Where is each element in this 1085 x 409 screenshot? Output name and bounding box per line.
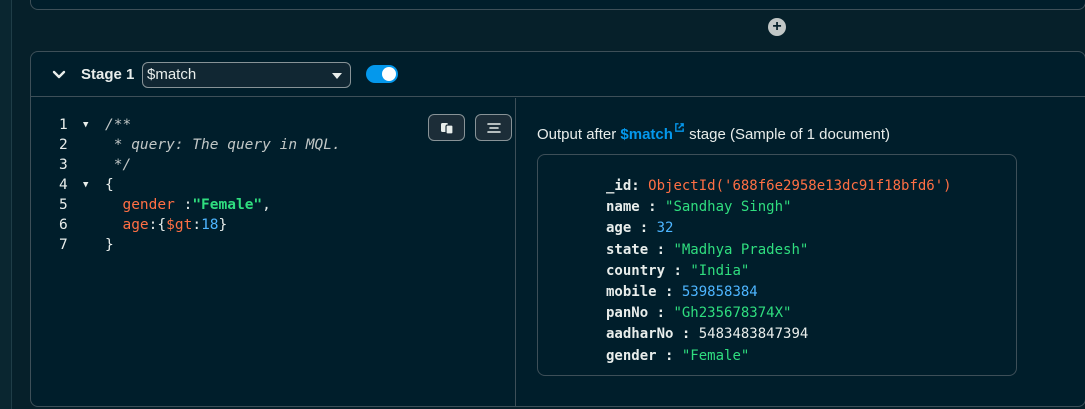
code-text: /** — [105, 117, 132, 133]
operator-docs-link[interactable]: $match — [620, 126, 673, 143]
code-text: } — [105, 237, 114, 253]
stage-operator-select[interactable]: $match — [142, 62, 351, 88]
output-title: Output after $match stage (Sample of 1 d… — [537, 122, 890, 143]
field-value: "India" — [690, 262, 750, 279]
previous-stage-card — [30, 0, 1085, 10]
code-line[interactable]: 1 ▼ /** — [31, 115, 515, 135]
field-key: aadharNo — [606, 326, 674, 343]
field-key: gender — [606, 347, 657, 364]
stage-card: Stage 1 $match 1 ▼ /** 2 * query: The query… — [30, 51, 1085, 407]
caret-down-icon — [332, 73, 342, 79]
code-text: * query: The query in MQL. — [105, 137, 341, 153]
field-value: 32 — [656, 220, 674, 237]
field-key: country — [606, 262, 666, 279]
fold-toggle-icon[interactable]: ▼ — [83, 175, 88, 195]
document-field: _id: ObjectId('688f6e2958e13dc91f18bfd6'… — [606, 178, 952, 194]
field-key: panNo — [606, 305, 649, 322]
code-line[interactable]: 5 gender :"Female", — [31, 195, 515, 215]
code-text: gender :"Female", — [105, 197, 271, 213]
code-text: { — [105, 177, 114, 193]
document-field: panNo : "Gh235678374X" — [606, 305, 792, 322]
line-number: 2 — [59, 137, 68, 153]
code-line[interactable]: 3 */ — [31, 155, 515, 175]
external-link-icon[interactable] — [674, 122, 685, 133]
left-rail — [0, 0, 12, 409]
line-number: 1 — [59, 117, 68, 133]
field-key: mobile — [606, 284, 657, 300]
stage-header: Stage 1 $match — [31, 52, 1085, 97]
sample-document: _id: ObjectId('688f6e2958e13dc91f18bfd6'… — [537, 154, 1017, 376]
plus-circle-icon: + — [772, 18, 782, 35]
field-value: "Gh235678374X" — [673, 305, 792, 322]
line-number: 5 — [59, 197, 68, 213]
toggle-knob — [382, 67, 396, 81]
code-line[interactable]: 7} — [31, 235, 515, 255]
code-text: age:{$gt:18} — [105, 217, 228, 233]
stage-operator-value: $match — [147, 66, 197, 83]
document-field: aadharNo : 5483483847394 — [606, 326, 809, 343]
stage-code-editor[interactable]: 1 ▼/** 2 * query: The query in MQL. 3 */4 ▼{… — [31, 98, 516, 406]
stage-output-panel: Output after $match stage (Sample of 1 d… — [517, 98, 1085, 406]
add-stage-button[interactable]: + — [768, 18, 786, 36]
field-value: "Sandhay Singh" — [665, 199, 792, 216]
document-field: gender : "Female" — [606, 347, 750, 364]
document-field: state : "Madhya Pradesh" — [606, 241, 809, 258]
output-prefix: Output after — [537, 126, 617, 143]
field-value: ObjectId('688f6e2958e13dc91f18bfd6') — [648, 178, 952, 194]
field-key: state — [606, 241, 649, 258]
document-field: name : "Sandhay Singh" — [606, 199, 792, 216]
document-field: country : "India" — [606, 262, 750, 279]
stage-label: Stage 1 — [81, 66, 135, 83]
field-key: age — [606, 220, 632, 237]
output-suffix: stage (Sample of 1 document) — [684, 126, 891, 143]
fold-toggle-icon[interactable]: ▼ — [83, 115, 88, 135]
line-number: 7 — [59, 237, 68, 253]
document-field: mobile : 539858384 — [606, 284, 758, 300]
field-key: _id — [606, 178, 632, 194]
field-value: 539858384 — [681, 284, 758, 300]
chevron-down-icon[interactable] — [51, 67, 67, 83]
field-key: name — [606, 199, 640, 216]
field-value: "Madhya Pradesh" — [673, 241, 809, 258]
code-line[interactable]: 4 ▼ { — [31, 175, 515, 195]
code-text: */ — [105, 157, 132, 173]
document-field: age : 32 — [606, 220, 674, 237]
line-number: 3 — [59, 157, 68, 173]
line-number: 6 — [59, 217, 68, 233]
line-number: 4 — [59, 177, 68, 193]
code-line[interactable]: 6 age:{$gt:18} — [31, 215, 515, 235]
code-line[interactable]: 2 * query: The query in MQL. — [31, 135, 515, 155]
field-value: 5483483847394 — [698, 326, 809, 343]
field-value: "Female" — [681, 347, 750, 364]
stage-enabled-toggle[interactable] — [366, 65, 398, 83]
